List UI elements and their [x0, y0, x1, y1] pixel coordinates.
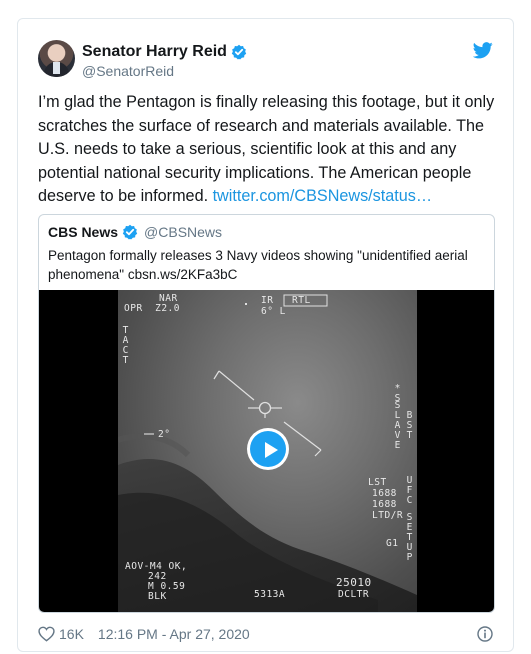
video-player[interactable]: NAR OPR Z2.0 IR RTL 6° L TACT 2° *S SLAV…: [39, 290, 494, 612]
tweet-card: Senator Harry Reid @SenatorReid I’m glad…: [17, 18, 514, 652]
like-count[interactable]: 16K: [59, 626, 84, 642]
heart-icon[interactable]: [38, 626, 55, 642]
play-button[interactable]: [247, 428, 289, 470]
quoted-tweet-text: Pentagon formally releases 3 Navy videos…: [48, 248, 468, 282]
play-icon: [250, 431, 286, 467]
tweet-meta: 16K 12:16 PM - Apr 27, 2020: [38, 626, 250, 642]
hud-ltd: LTD/R: [372, 510, 404, 521]
hud-blk: BLK: [148, 591, 167, 602]
hud-lst: LST: [368, 477, 387, 488]
hud-opr: OPR Z2.0: [124, 303, 180, 314]
quoted-tweet[interactable]: CBS News @CBSNews Pentagon formally rele…: [38, 214, 495, 613]
author-handle[interactable]: @SenatorReid: [82, 63, 174, 79]
quoted-author-handle: @CBSNews: [144, 224, 223, 240]
hud-1688a: 1688: [372, 488, 397, 499]
quoted-author-row: CBS News @CBSNews: [48, 224, 222, 240]
hud-ufc: UFC: [404, 475, 415, 505]
hud-1688b: 1688: [372, 499, 397, 510]
hud-25010: 25010: [336, 576, 372, 589]
hud-tact: TACT: [120, 325, 131, 365]
hud-six-l: 6° L: [261, 306, 286, 317]
hud-rtl: RTL: [292, 295, 311, 306]
avatar[interactable]: [38, 40, 75, 77]
tweet-text: I’m glad the Pentagon is finally releasi…: [38, 91, 500, 209]
tweet-timestamp[interactable]: 12:16 PM - Apr 27, 2020: [98, 626, 250, 642]
verified-badge-icon: [122, 224, 138, 240]
author-name[interactable]: Senator Harry Reid: [82, 43, 227, 61]
play-triangle: [265, 442, 278, 458]
hud-ir: IR: [261, 295, 274, 306]
verified-badge-icon: [231, 44, 247, 60]
hud-slave: SLAVE: [392, 400, 403, 450]
hud-bst: BST: [404, 410, 415, 440]
hud-two-deg: 2°: [158, 429, 171, 440]
info-icon[interactable]: [477, 626, 493, 642]
twitter-bird-icon[interactable]: [473, 42, 493, 59]
avatar-shirt: [53, 62, 60, 74]
quoted-author-name: CBS News: [48, 224, 119, 240]
author-row: Senator Harry Reid: [82, 43, 247, 61]
tweet-link[interactable]: twitter.com/CBSNews/status…: [213, 187, 433, 205]
hud-5313a: 5313A: [254, 589, 286, 600]
hud-setup: SETUP: [404, 512, 415, 562]
hud-g1: G1: [386, 538, 399, 549]
hud-dcltr: DCLTR: [338, 589, 370, 600]
